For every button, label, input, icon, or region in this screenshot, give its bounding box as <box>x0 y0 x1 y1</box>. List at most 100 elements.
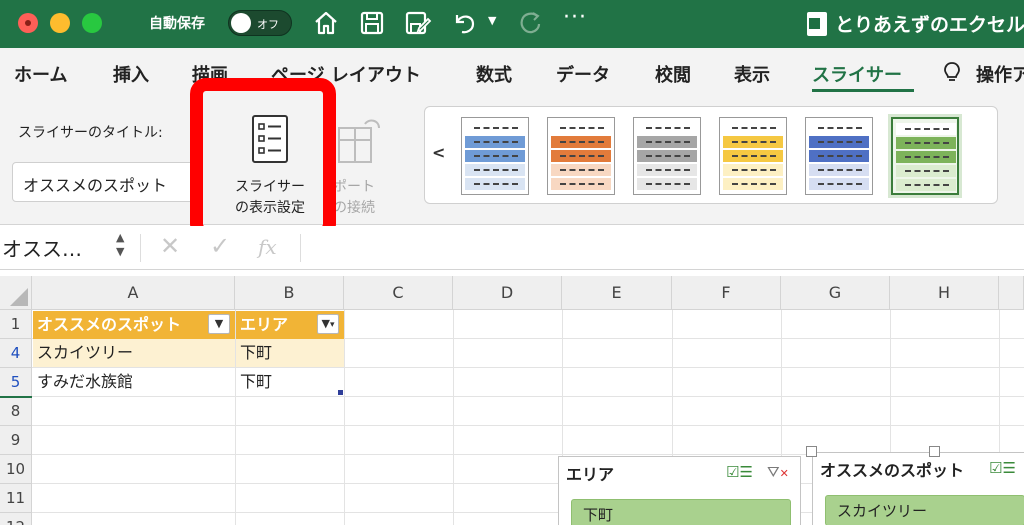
slicer-item[interactable]: スカイツリー <box>825 495 1024 525</box>
style-swatch-line <box>646 183 690 185</box>
minimize-window-button[interactable] <box>50 13 70 33</box>
multi-select-icon[interactable]: ☑☰ <box>726 463 753 481</box>
red-highlight-box <box>190 78 336 240</box>
home-icon[interactable] <box>311 8 341 38</box>
column-header-d[interactable]: D <box>453 276 562 310</box>
resize-handle[interactable] <box>929 446 940 457</box>
slicer-style-light-orange[interactable] <box>547 117 615 195</box>
close-window-button[interactable] <box>18 13 38 33</box>
clear-filter-icon[interactable]: ⛛✕ <box>767 463 789 481</box>
ribbon-tabs: ホーム 挿入 描画 ページ レイアウト 数式 データ 校閲 表示 スライサー 操… <box>0 48 1024 100</box>
column-header-b[interactable]: B <box>235 276 344 310</box>
row-header-5[interactable]: 5 <box>0 368 32 397</box>
style-swatch-line <box>646 155 690 157</box>
gridline <box>32 425 1024 426</box>
lightbulb-icon[interactable] <box>942 61 962 88</box>
column-header-a[interactable]: A <box>32 276 235 310</box>
row-header-4[interactable]: 4 <box>0 339 32 368</box>
slicer-style-light-blue[interactable] <box>461 117 529 195</box>
filter-dropdown-chevron-down-icon[interactable]: ▼ <box>208 314 230 334</box>
row-header-11[interactable]: 11 <box>0 484 32 513</box>
gridline <box>32 396 1024 397</box>
table-header-spot[interactable]: オススメのスポット <box>33 311 235 339</box>
style-swatch-line <box>646 141 690 143</box>
column-header-e[interactable]: E <box>562 276 672 310</box>
slicer-style-light-gray[interactable] <box>633 117 701 195</box>
undo-icon[interactable] <box>449 8 479 38</box>
slicer-style-light-gold[interactable] <box>719 117 787 195</box>
name-box-stepper[interactable]: ▲ ▼ <box>116 231 124 259</box>
slicer-item[interactable]: 下町 <box>571 499 791 525</box>
slicer-spot-title: オススメのスポット <box>820 461 965 480</box>
multi-select-icon[interactable]: ☑☰ <box>989 459 1016 477</box>
tell-me-search[interactable]: 操作ア <box>976 61 1024 87</box>
formula-bar-divider <box>140 234 141 262</box>
toggle-label: オフ <box>257 18 279 31</box>
table-resize-handle[interactable] <box>338 390 343 395</box>
style-swatch-line <box>905 128 949 130</box>
slicer-style-light-navy[interactable] <box>805 117 873 195</box>
column-header-i[interactable] <box>999 276 1024 310</box>
resize-handle[interactable] <box>806 446 817 457</box>
header-spot-text: オススメのスポット <box>37 315 182 334</box>
slicer-area-title: エリア <box>566 465 615 484</box>
undo-dropdown-chevron-down-icon[interactable]: ▼ <box>488 14 496 27</box>
excel-file-icon <box>807 12 827 36</box>
worksheet-grid: A B C D E F G H 1 4 5 8 9 10 11 12 オススメの… <box>0 276 1024 525</box>
more-options-icon[interactable]: ··· <box>563 5 587 30</box>
report-label-line2: の接続 <box>333 200 375 216</box>
row-header-1[interactable]: 1 <box>0 310 32 339</box>
tab-view[interactable]: 表示 <box>734 61 770 87</box>
style-swatch-line <box>732 155 776 157</box>
tab-review[interactable]: 校閲 <box>655 61 691 87</box>
style-swatch-line <box>818 141 862 143</box>
save-icon[interactable] <box>357 8 387 38</box>
enter-icon[interactable]: ✓ <box>210 232 230 260</box>
cancel-icon[interactable]: ✕ <box>160 232 180 260</box>
formula-bar-divider-2 <box>300 234 301 262</box>
filter-active-icon[interactable]: ▼▾ <box>317 314 339 334</box>
tab-insert[interactable]: 挿入 <box>113 61 149 87</box>
row-header-12[interactable]: 12 <box>0 513 32 525</box>
tab-home[interactable]: ホーム <box>14 61 67 87</box>
style-swatch-line <box>818 169 862 171</box>
slicer-caption-input[interactable]: オススメのスポット <box>12 162 197 202</box>
column-header-c[interactable]: C <box>344 276 453 310</box>
select-all-button[interactable] <box>0 276 32 310</box>
redo-icon[interactable] <box>515 8 545 38</box>
gallery-prev-arrow[interactable]: < <box>432 143 445 162</box>
row-header-10[interactable]: 10 <box>0 455 32 484</box>
column-header-f[interactable]: F <box>672 276 781 310</box>
tab-slicer[interactable]: スライサー <box>812 61 902 87</box>
table-cell[interactable]: 下町 <box>236 368 344 396</box>
slicer-area[interactable]: エリア ☑☰ ⛛✕ 下町 <box>558 456 801 525</box>
style-swatch-line <box>560 169 604 171</box>
tab-data[interactable]: データ <box>556 61 610 87</box>
slicer-style-gallery: < <box>424 106 998 204</box>
slicer-spot[interactable]: オススメのスポット ☑☰ スカイツリー <box>812 452 1024 525</box>
tab-formulas[interactable]: 数式 <box>476 61 512 87</box>
autosave-toggle[interactable]: オフ <box>228 10 292 36</box>
hidden-rows-marker <box>0 396 32 398</box>
slicer-style-light-green[interactable] <box>891 117 959 195</box>
slicer-caption-label: スライサーのタイトル: <box>18 125 163 141</box>
style-swatch-line <box>905 170 949 172</box>
report-connections-button[interactable]: ポート の接続 <box>325 108 405 218</box>
gridline <box>344 310 345 525</box>
table-cell[interactable]: スカイツリー <box>33 339 235 367</box>
style-swatch-line <box>560 183 604 185</box>
style-swatch-line <box>905 156 949 158</box>
row-header-8[interactable]: 8 <box>0 397 32 426</box>
style-swatch-line <box>474 127 518 129</box>
style-swatch-line <box>905 142 949 144</box>
table-cell[interactable]: すみだ水族館 <box>33 368 235 396</box>
row-header-9[interactable]: 9 <box>0 426 32 455</box>
style-swatch-line <box>474 141 518 143</box>
save-as-icon[interactable] <box>402 8 432 38</box>
table-cell[interactable]: 下町 <box>236 339 344 367</box>
formula-bar: オスス… ▲ ▼ ✕ ✓ fx <box>0 226 1024 270</box>
column-header-g[interactable]: G <box>781 276 890 310</box>
zoom-window-button[interactable] <box>82 13 102 33</box>
column-header-h[interactable]: H <box>890 276 999 310</box>
insert-function-icon[interactable]: fx <box>258 235 277 259</box>
